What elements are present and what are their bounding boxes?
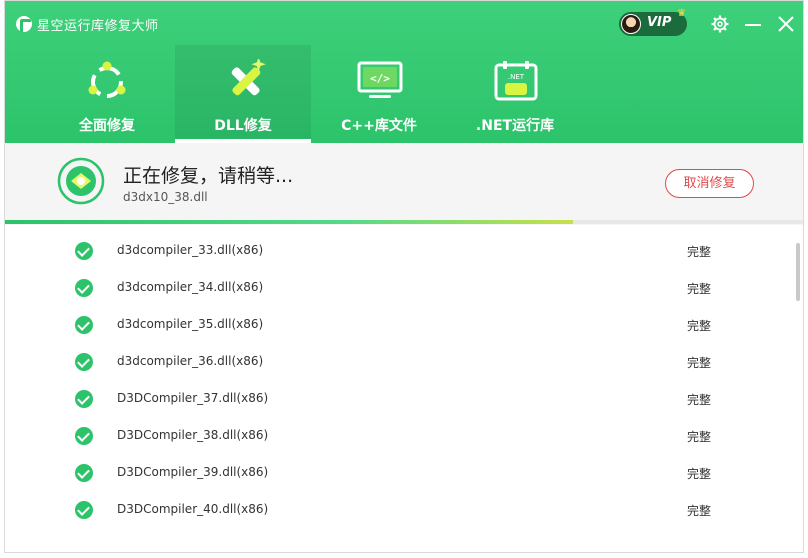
current-file-name: d3dx10_38.dll xyxy=(123,190,208,204)
recycle-icon xyxy=(85,59,129,103)
tab-full-repair[interactable]: 全面修复 xyxy=(39,45,175,143)
file-status: 完整 xyxy=(687,319,712,333)
file-name: D3DCompiler_38.dll(x86) xyxy=(117,428,269,442)
vip-badge[interactable]: VIP ♛ xyxy=(619,8,687,36)
repair-progress-panel: 正在修复，请稍等... d3dx10_38.dll 取消修复 xyxy=(5,143,803,225)
cancel-repair-button[interactable]: 取消修复 xyxy=(665,169,754,198)
list-item: d3dcompiler_33.dll(x86) 完整 xyxy=(5,233,785,270)
check-circle-icon xyxy=(75,427,93,445)
list-item: d3dcompiler_34.dll(x86) 完整 xyxy=(5,270,785,307)
check-circle-icon xyxy=(75,279,93,297)
file-name: d3dcompiler_34.dll(x86) xyxy=(117,280,264,294)
check-circle-icon xyxy=(75,501,93,519)
tab-label: C++库文件 xyxy=(341,118,417,134)
file-status: 完整 xyxy=(687,245,712,259)
list-item: D3DCompiler_40.dll(x86) 完整 xyxy=(5,492,785,529)
file-status: 完整 xyxy=(687,430,712,444)
title-bar: 星空运行库修复大师 VIP ♛ xyxy=(5,1,803,45)
svg-text:</>: </> xyxy=(370,72,390,85)
tab-dll-repair[interactable]: DLL修复 xyxy=(175,45,311,143)
check-circle-icon xyxy=(75,464,93,482)
repair-progress-bar xyxy=(5,220,803,224)
app-title: 星空运行库修复大师 xyxy=(37,19,159,34)
list-item: D3DCompiler_39.dll(x86) 完整 xyxy=(5,455,785,492)
svg-text:.NET: .NET xyxy=(508,73,525,81)
progress-fill xyxy=(5,220,573,224)
dll-tools-icon xyxy=(221,57,266,103)
file-list[interactable]: d3dcompiler_33.dll(x86) 完整 d3dcompiler_34.… xyxy=(5,225,803,552)
header: 星空运行库修复大师 VIP ♛ 全面修复 DLL修复 </> C++库文件 .N… xyxy=(5,1,803,143)
minimize-button[interactable] xyxy=(742,13,764,35)
tab-label: 全面修复 xyxy=(79,118,135,134)
list-item: d3dcompiler_35.dll(x86) 完整 xyxy=(5,307,785,344)
crown-icon: ♛ xyxy=(677,8,686,19)
settings-gear-icon[interactable] xyxy=(709,13,731,35)
check-circle-icon xyxy=(75,316,93,334)
app-window: 星空运行库修复大师 VIP ♛ 全面修复 DLL修复 </> C++库文件 .N… xyxy=(4,0,804,553)
file-name: D3DCompiler_37.dll(x86) xyxy=(117,391,269,405)
list-item: D3DCompiler_37.dll(x86) 完整 xyxy=(5,381,785,418)
dotnet-calendar-icon: .NET xyxy=(493,59,538,103)
file-status: 完整 xyxy=(687,393,712,407)
file-name: d3dcompiler_36.dll(x86) xyxy=(117,354,264,368)
tab-label: DLL修复 xyxy=(214,118,272,134)
scrollbar[interactable] xyxy=(796,243,800,301)
vip-label: VIP xyxy=(647,15,672,30)
app-logo-icon xyxy=(16,16,32,32)
file-name: D3DCompiler_40.dll(x86) xyxy=(117,502,269,516)
file-status: 完整 xyxy=(687,467,712,481)
tab-label: .NET运行库 xyxy=(475,118,555,134)
tab-dotnet-runtime[interactable]: .NET .NET运行库 xyxy=(447,45,583,143)
repair-status-icon xyxy=(57,157,105,205)
check-circle-icon xyxy=(75,390,93,408)
tab-cpp-libraries[interactable]: </> C++库文件 xyxy=(311,45,447,143)
check-circle-icon xyxy=(75,242,93,260)
code-monitor-icon: </> xyxy=(357,59,403,103)
repair-status-title: 正在修复，请稍等... xyxy=(123,165,294,187)
file-name: d3dcompiler_35.dll(x86) xyxy=(117,317,264,331)
file-name: d3dcompiler_33.dll(x86) xyxy=(117,243,264,257)
list-item: d3dcompiler_36.dll(x86) 完整 xyxy=(5,344,785,381)
file-status: 完整 xyxy=(687,282,712,296)
check-circle-icon xyxy=(75,353,93,371)
close-button[interactable] xyxy=(775,13,797,35)
file-status: 完整 xyxy=(687,504,712,518)
file-name: D3DCompiler_39.dll(x86) xyxy=(117,465,269,479)
list-item: D3DCompiler_38.dll(x86) 完整 xyxy=(5,418,785,455)
avatar xyxy=(621,14,641,34)
file-status: 完整 xyxy=(687,356,712,370)
